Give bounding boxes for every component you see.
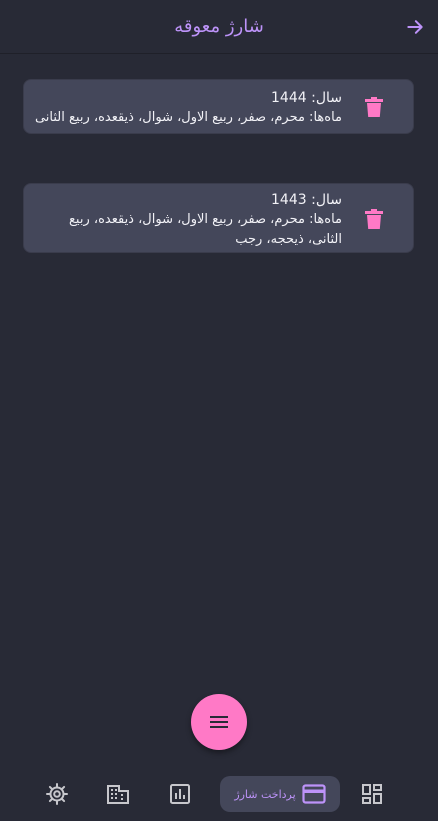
delete-button[interactable] — [363, 206, 385, 232]
trash-icon — [365, 97, 383, 117]
chart-icon — [170, 784, 190, 804]
card-text: سال: 1444 ماه‌ها: محرم، صفر، ربیع الاول،… — [32, 88, 342, 128]
arrears-card: سال: 1444 ماه‌ها: محرم، صفر، ربیع الاول،… — [23, 79, 414, 134]
trash-icon — [365, 209, 383, 229]
card-text: سال: 1443 ماه‌ها: محرم، صفر، ربیع الاول،… — [32, 190, 342, 250]
app-bar: شارژ معوقه — [0, 0, 438, 54]
back-button[interactable] — [400, 12, 430, 42]
dashboard-icon — [362, 784, 382, 804]
payment-card-icon — [302, 784, 326, 804]
nav-reports[interactable] — [166, 776, 194, 812]
nav-dashboard[interactable] — [358, 776, 386, 812]
nav-settings[interactable] — [43, 776, 71, 812]
bottom-navigation: پرداخت شارژ — [0, 765, 438, 821]
page-title: شارژ معوقه — [174, 16, 264, 37]
nav-payment[interactable]: پرداخت شارژ — [220, 776, 340, 812]
arrow-right-icon — [407, 20, 423, 34]
menu-fab-button[interactable] — [191, 694, 247, 750]
months-label: ماه‌ها: محرم، صفر، ربیع الاول، شوال، ذیق… — [34, 110, 342, 125]
year-label: سال: 1443 — [271, 192, 342, 208]
menu-icon — [210, 716, 228, 728]
year-label: سال: 1444 — [271, 90, 342, 106]
apartment-icon — [107, 785, 129, 804]
settings-icon — [46, 783, 68, 805]
nav-payment-label: پرداخت شارژ — [234, 787, 296, 801]
months-label: ماه‌ها: محرم، صفر، ربیع الاول، شوال، ذیق… — [69, 212, 342, 247]
delete-button[interactable] — [363, 94, 385, 120]
nav-building[interactable] — [104, 776, 132, 812]
arrears-card: سال: 1443 ماه‌ها: محرم، صفر، ربیع الاول،… — [23, 183, 414, 253]
